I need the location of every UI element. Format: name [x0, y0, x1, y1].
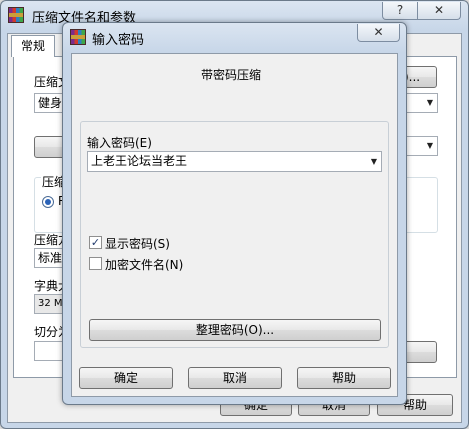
close-icon[interactable]: ✕ [417, 2, 461, 20]
dialog-ok-button[interactable]: 确定 [79, 367, 173, 389]
show-password-checkbox[interactable]: ✓ [89, 236, 102, 249]
enter-password-dialog: 输入密码 ✕ 带密码压缩 输入密码(E) 上老王论坛当老王 ✓ 显示密码(S) … [62, 22, 407, 405]
encrypt-filenames-checkbox[interactable] [89, 257, 102, 270]
close-icon[interactable]: ✕ [357, 24, 400, 42]
format-radio-rar[interactable] [42, 196, 54, 208]
dialog-cancel-button[interactable]: 取消 [188, 367, 282, 389]
dialog-heading: 带密码压缩 [201, 68, 262, 82]
password-label: 输入密码(E) [87, 136, 152, 150]
organize-passwords-button[interactable]: 整理密码(O)... [89, 319, 381, 341]
dialog-ok-label: 确定 [113, 371, 138, 385]
organize-passwords-label: 整理密码(O)... [195, 323, 275, 337]
help-caption-button[interactable]: ? [382, 2, 418, 20]
compression-method-value: 标准 [38, 251, 63, 265]
winrar-dialog-icon [70, 29, 86, 45]
dialog-help-label: 帮助 [331, 371, 356, 385]
winrar-app-icon [8, 7, 24, 23]
password-value: 上老王论坛当老王 [91, 154, 188, 168]
show-password-label[interactable]: 显示密码(S) [105, 235, 170, 252]
password-dialog-titlebar[interactable]: 输入密码 ✕ [63, 23, 406, 51]
password-input[interactable]: 上老王论坛当老王 [87, 151, 382, 172]
password-dialog-title: 输入密码 [92, 33, 145, 48]
dialog-help-button[interactable]: 帮助 [297, 367, 391, 389]
profile-value: 健身 [38, 96, 63, 110]
encrypt-filenames-label[interactable]: 加密文件名(N) [105, 256, 183, 273]
tab-general[interactable]: 常规 [11, 35, 55, 57]
dialog-cancel-label: 取消 [222, 371, 247, 385]
